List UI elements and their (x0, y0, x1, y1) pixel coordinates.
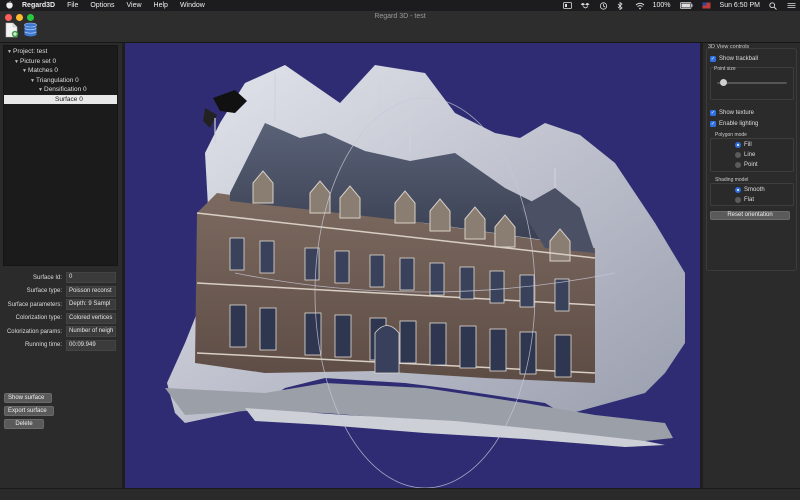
point-size-title: Point size (714, 66, 736, 72)
prop-value-field[interactable]: Depth: 9 Sampl (66, 299, 116, 311)
radio-label: Smooth (744, 187, 765, 193)
tree-item-matches[interactable]: ▼Matches 0 (4, 66, 117, 76)
prop-label: Running time: (24, 342, 62, 349)
menu-help[interactable]: Help (154, 2, 168, 9)
menu-file[interactable]: File (67, 2, 78, 9)
polygon-fill-radio[interactable]: Fill (735, 142, 752, 148)
new-document-icon (5, 22, 19, 38)
surface-properties: Surface Id: 0 Surface type: Poisson reco… (2, 271, 120, 352)
delete-button[interactable]: Delete (4, 419, 44, 429)
prop-colorization-type: Colorization type: Colored vertices (2, 312, 120, 326)
show-texture-checkbox[interactable]: ✓ Show texture (710, 110, 754, 116)
window-titlebar: Regard 3D - test (0, 11, 800, 43)
battery-percent: 100% (652, 2, 671, 9)
apple-logo-icon[interactable] (4, 0, 14, 11)
radio-selected-icon (735, 187, 741, 193)
prop-label: Colorization params: (6, 328, 62, 335)
prop-value-field[interactable]: Number of neigh (66, 326, 116, 338)
reset-orientation-button[interactable]: Reset orientation (710, 211, 790, 220)
radio-label: Point (744, 162, 758, 168)
dropbox-icon[interactable] (580, 2, 590, 9)
checkbox-label: Show texture (719, 110, 755, 116)
prop-label: Surface Id: (32, 274, 62, 281)
prop-label: Surface parameters: (7, 301, 62, 308)
view-controls-panel: 3D View controls ✓ Show trackball Point … (703, 43, 800, 488)
polygon-mode-title: Polygon mode (715, 132, 747, 138)
wifi-icon[interactable] (635, 2, 644, 10)
database-icon (24, 22, 37, 37)
bluetooth-icon[interactable] (617, 1, 626, 11)
tree-item-triangulation[interactable]: ▼Triangulation 0 (4, 76, 117, 86)
flag-icon[interactable] (702, 2, 711, 9)
menu-app-name[interactable]: Regard3D (22, 2, 55, 9)
prop-value-field[interactable]: 00:09.949 (66, 339, 116, 351)
tree-item-label: Matches 0 (28, 67, 58, 74)
checkbox-checked-icon: ✓ (710, 121, 716, 127)
prop-surface-id: Surface Id: 0 (2, 271, 120, 285)
left-panel: ▼Project: test ▼Picture set 0 ▼Matches 0… (0, 43, 122, 488)
radio-selected-icon (735, 142, 741, 148)
checkbox-checked-icon: ✓ (710, 110, 716, 116)
macos-menu-bar: Regard3D File Options View Help Window 1… (0, 0, 800, 11)
tree-item-surface[interactable]: Surface 0 (4, 94, 117, 104)
checkbox-label: Enable lighting (719, 121, 759, 127)
export-surface-button[interactable]: Export surface (4, 406, 54, 416)
tree-item-project[interactable]: ▼Project: test (4, 47, 117, 57)
prop-running-time: Running time: 00:09.949 (2, 339, 120, 353)
shading-smooth-radio[interactable]: Smooth (735, 187, 765, 193)
project-tree[interactable]: ▼Project: test ▼Picture set 0 ▼Matches 0… (3, 45, 118, 266)
prop-value-field[interactable]: Poisson reconst (66, 285, 116, 297)
prop-surface-parameters: Surface parameters: Depth: 9 Sampl (2, 298, 120, 312)
shading-model-title: Shading model (715, 177, 749, 183)
tree-item-label: Surface 0 (55, 95, 83, 103)
checkbox-label: Show trackball (719, 56, 759, 62)
radio-unselected-icon (735, 197, 741, 203)
view-controls-title: 3D View controls (708, 44, 750, 50)
menu-options[interactable]: Options (90, 2, 114, 9)
tree-item-label: Triangulation 0 (36, 76, 79, 84)
shading-flat-radio[interactable]: Flat (735, 197, 754, 203)
radio-unselected-icon (735, 162, 741, 168)
polygon-point-radio[interactable]: Point (735, 162, 758, 168)
tree-item-label: Densification 0 (44, 86, 87, 93)
show-surface-button[interactable]: Show surface (4, 393, 52, 403)
battery-icon[interactable] (679, 2, 693, 9)
time-machine-icon[interactable] (599, 2, 608, 10)
point-size-slider-thumb[interactable] (720, 79, 727, 86)
checkbox-checked-icon: ✓ (710, 56, 716, 62)
prop-label: Colorization type: (15, 315, 62, 322)
spotlight-icon[interactable] (769, 2, 778, 10)
radio-label: Line (744, 152, 756, 158)
tree-item-label: Picture set 0 (20, 57, 57, 65)
tree-item-densification[interactable]: ▼Densification 0 (4, 85, 117, 95)
radio-label: Flat (744, 197, 755, 203)
status-bar (0, 488, 800, 500)
prop-colorization-params: Colorization params: Number of neigh (2, 325, 120, 339)
control-center-icon[interactable] (787, 2, 796, 9)
prop-value-field[interactable]: Colored vertices (66, 312, 116, 324)
prop-value-field[interactable]: 0 (66, 272, 116, 284)
prop-label: Surface type: (26, 288, 62, 295)
menubar-extra-icon[interactable] (562, 2, 572, 9)
menu-view[interactable]: View (126, 2, 141, 9)
new-project-button[interactable] (4, 21, 19, 39)
enable-lighting-checkbox[interactable]: ✓ Enable lighting (710, 121, 758, 127)
window-title: Regard 3D - test (374, 13, 426, 20)
tree-item-picture-set[interactable]: ▼Picture set 0 (4, 57, 117, 67)
radio-label: Fill (744, 142, 752, 148)
point-size-slider-track[interactable] (717, 82, 787, 84)
tree-item-label: Project: test (13, 48, 48, 55)
open-project-button[interactable] (23, 21, 38, 39)
prop-surface-type: Surface type: Poisson reconst (2, 285, 120, 299)
radio-unselected-icon (735, 152, 741, 158)
surface-model-render (165, 65, 685, 488)
show-trackball-checkbox[interactable]: ✓ Show trackball (710, 56, 758, 62)
menubar-clock[interactable]: Sun 6:50 PM (720, 2, 760, 9)
3d-viewport[interactable] (125, 43, 700, 488)
menu-window[interactable]: Window (180, 2, 205, 9)
polygon-line-radio[interactable]: Line (735, 152, 755, 158)
